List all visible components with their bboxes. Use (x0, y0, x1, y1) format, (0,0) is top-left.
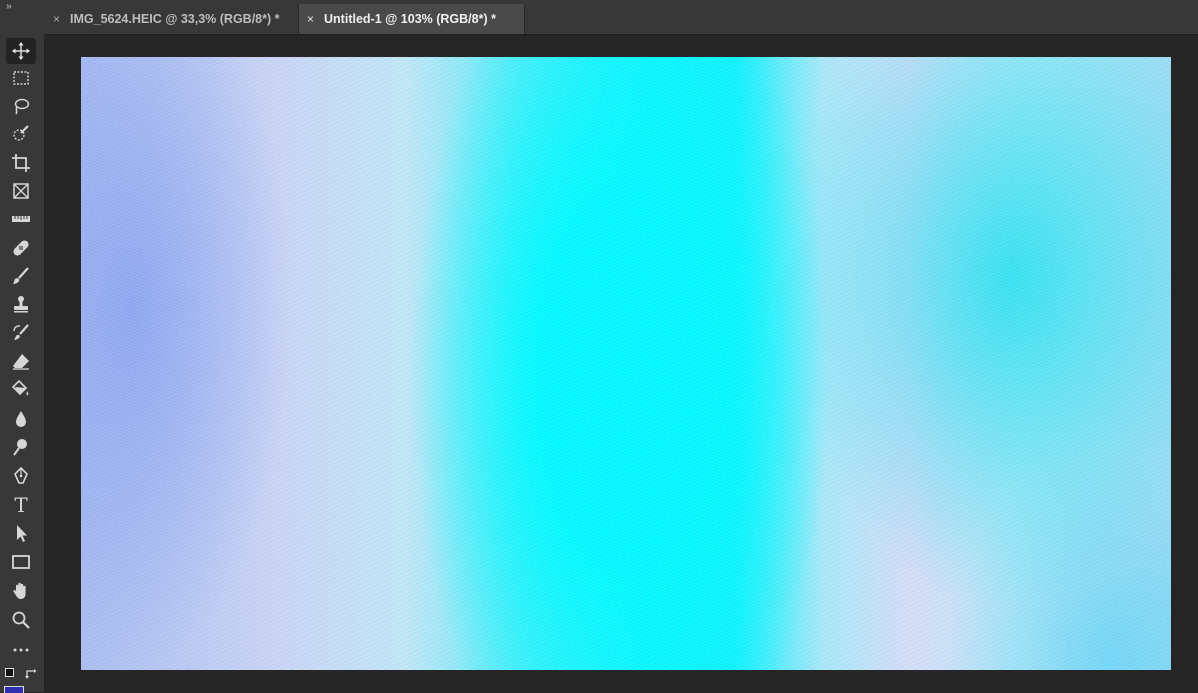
brush-icon[interactable] (6, 263, 36, 289)
document-tab-bar: ›› × IMG_5624.HEIC @ 33,3% (RGB/8*) * × … (0, 0, 1198, 35)
tab-untitled-1[interactable]: × Untitled-1 @ 103% (RGB/8*) * (299, 4, 525, 34)
more-tools-icon[interactable] (6, 637, 36, 663)
quick-selection-icon[interactable] (6, 121, 36, 147)
frame-icon[interactable] (6, 178, 36, 204)
rectangular-marquee-icon[interactable] (6, 65, 36, 91)
swap-colors-icon[interactable] (24, 667, 38, 681)
ruler-icon[interactable] (6, 206, 36, 232)
dodge-icon[interactable] (6, 434, 36, 460)
default-colors-icon[interactable] (5, 668, 17, 680)
tab-label: IMG_5624.HEIC @ 33,3% (RGB/8*) * (70, 12, 280, 26)
close-icon[interactable]: × (53, 12, 60, 26)
history-brush-icon[interactable] (6, 320, 36, 346)
type-icon[interactable]: T (6, 492, 36, 518)
tools-panel: T (0, 34, 45, 693)
tab-label: Untitled-1 @ 103% (RGB/8*) * (324, 12, 496, 26)
crop-icon[interactable] (6, 150, 36, 176)
paint-bucket-icon[interactable] (6, 376, 36, 402)
eraser-icon[interactable] (6, 348, 36, 374)
pen-icon[interactable] (6, 463, 36, 489)
hand-icon[interactable] (6, 578, 36, 604)
close-icon[interactable]: × (307, 12, 314, 26)
canvas-area (45, 35, 1198, 692)
canvas-texture (81, 57, 1171, 670)
tab-img-5624[interactable]: × IMG_5624.HEIC @ 33,3% (RGB/8*) * (45, 4, 299, 34)
path-selection-icon[interactable] (6, 520, 36, 546)
move-tool-icon[interactable] (6, 38, 36, 64)
healing-brush-icon[interactable] (6, 235, 36, 261)
blur-icon[interactable] (6, 406, 36, 432)
lasso-icon[interactable] (6, 93, 36, 119)
clone-stamp-icon[interactable] (6, 291, 36, 317)
rectangle-icon[interactable] (6, 549, 36, 575)
zoom-icon[interactable] (6, 607, 36, 633)
document-canvas[interactable] (81, 57, 1171, 670)
panel-toggle-icon[interactable]: ›› (6, 1, 12, 12)
